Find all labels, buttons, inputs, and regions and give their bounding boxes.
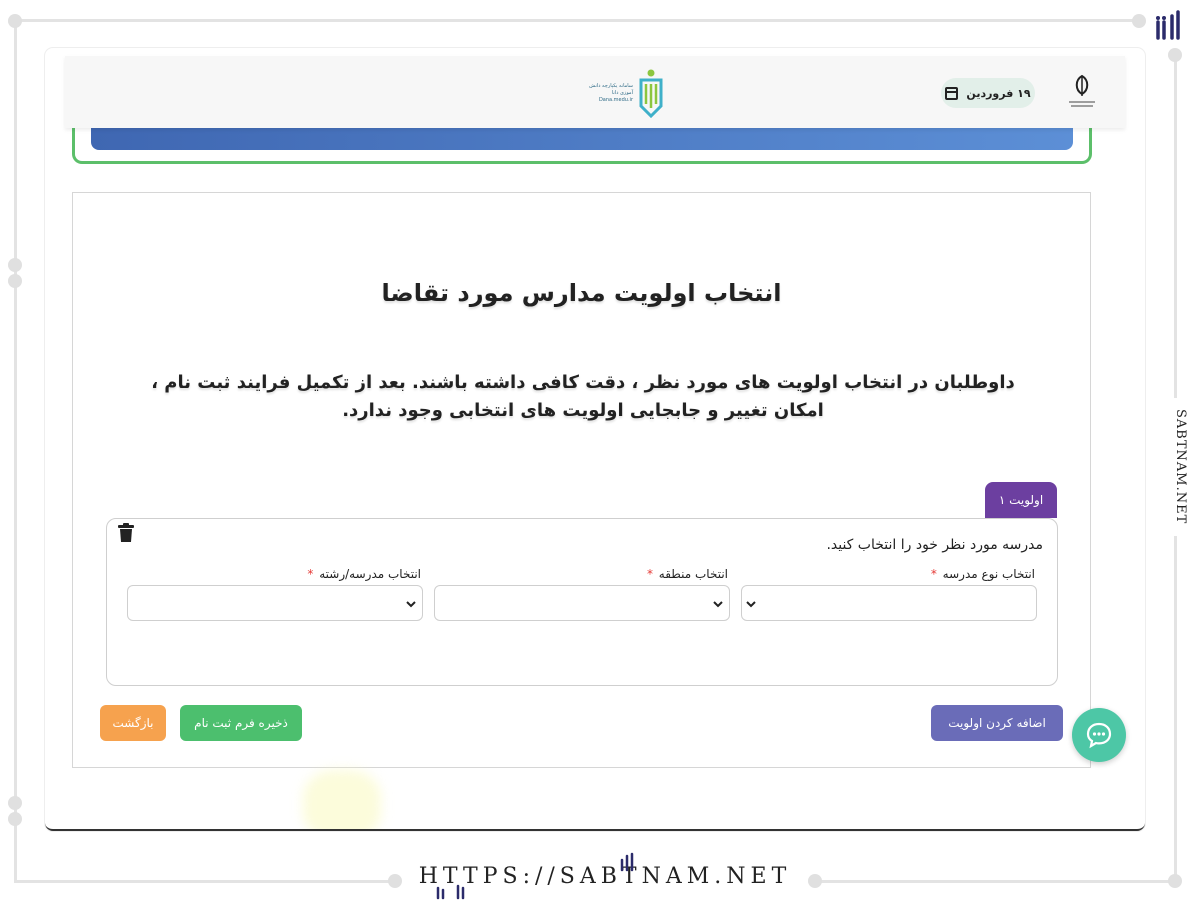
priority-form-panel: انتخاب اولویت مدارس مورد تقاضا داوطلبان … <box>72 192 1091 768</box>
school-major-select[interactable] <box>127 585 423 621</box>
screenshot-card: ۱۹ فروردین سامانه یکپارچه دانش آموزی دان… <box>45 48 1145 831</box>
school-type-label: انتخاب نوع مدرسه * <box>930 567 1035 581</box>
frame-bottom-line-right <box>818 880 1176 883</box>
chevron-down-icon <box>713 601 723 608</box>
date-label: ۱۹ فروردین <box>966 86 1031 100</box>
dana-pencil-icon <box>639 69 663 118</box>
chat-bubble-icon <box>1086 722 1112 749</box>
date-badge: ۱۹ فروردین <box>941 78 1035 108</box>
priority-card: مدرسه مورد نظر خود را انتخاب کنید. انتخا… <box>106 518 1058 686</box>
school-type-select[interactable] <box>741 585 1037 621</box>
frame-dot <box>1132 14 1146 28</box>
frame-dot <box>8 796 22 810</box>
chat-button[interactable] <box>1072 708 1126 762</box>
school-major-label: انتخاب مدرسه/رشته * <box>307 567 421 581</box>
tab-priority-1[interactable]: اولویت ۱ <box>985 482 1057 518</box>
cursor-highlight <box>303 770 381 829</box>
priority-caption: مدرسه مورد نظر خود را انتخاب کنید. <box>826 537 1043 553</box>
region-select[interactable] <box>434 585 730 621</box>
save-form-button[interactable]: ذخیره فرم ثبت نام <box>180 705 302 741</box>
chevron-down-icon <box>406 601 416 608</box>
school-major-field: انتخاب مدرسه/رشته * <box>127 567 423 621</box>
frame-top-line <box>14 19 1140 22</box>
chevron-down-icon <box>746 601 756 608</box>
iran-emblem-icon <box>1069 74 1095 107</box>
add-priority-button[interactable]: اضافه کردن اولویت <box>931 705 1063 741</box>
frame-dot <box>1168 874 1182 888</box>
watermark-side-text: SABTNAM.NET <box>1173 409 1188 525</box>
frame-dot <box>8 274 22 288</box>
frame-right-line-bottom <box>1174 536 1177 882</box>
frame-right-line-top <box>1174 50 1177 398</box>
warning-text: داوطلبان در انتخاب اولویت های مورد نظر ،… <box>151 372 1015 421</box>
dana-logo-text: سامانه یکپارچه دانش آموزی دانا Dana.medu… <box>589 82 633 103</box>
region-label: انتخاب منطقه * <box>646 567 728 581</box>
dana-logo[interactable]: سامانه یکپارچه دانش آموزی دانا Dana.medu… <box>585 64 665 122</box>
frame-dot <box>8 812 22 826</box>
frame-left-line <box>14 20 17 882</box>
frame-dot <box>8 14 22 28</box>
brand-logo-icon <box>436 884 465 900</box>
frame-dot <box>1168 48 1182 62</box>
page-title: انتخاب اولویت مدارس مورد تقاضا <box>381 279 782 307</box>
trash-icon[interactable] <box>117 523 135 543</box>
app-header: ۱۹ فروردین سامانه یکپارچه دانش آموزی دان… <box>65 56 1125 128</box>
frame-dot <box>8 258 22 272</box>
region-field: انتخاب منطقه * <box>434 567 730 621</box>
frame-bottom-line-left <box>14 880 396 883</box>
back-button[interactable]: بازگشت <box>100 705 166 741</box>
brand-logo-icon <box>1156 10 1180 40</box>
school-type-field: انتخاب نوع مدرسه * <box>741 567 1037 621</box>
brand-logo-icon <box>620 852 634 872</box>
calendar-icon <box>945 86 959 100</box>
frame-dot <box>808 874 822 888</box>
